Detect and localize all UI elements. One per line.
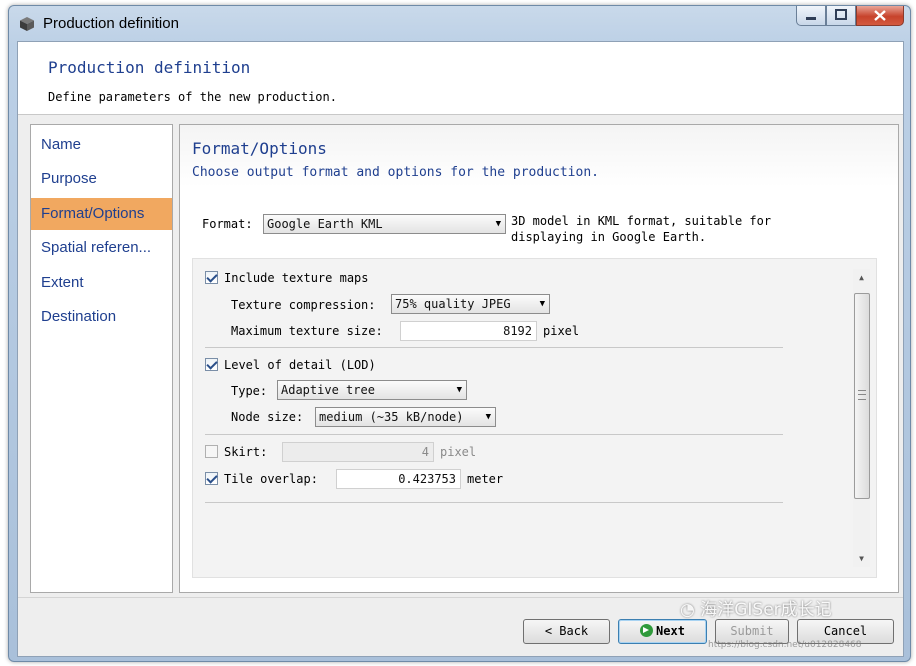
lod-type-value: Adaptive tree [281, 383, 375, 397]
watermark-url: https://blog.csdn.net/u012828468 [708, 640, 862, 650]
window-title: Production definition [43, 15, 179, 32]
tile-overlap-unit: meter [467, 472, 504, 486]
format-description-line1: 3D model in KML format, suitable for [511, 214, 772, 228]
format-select[interactable]: Google Earth KML ▼ [263, 214, 506, 234]
nav-item-purpose[interactable]: Purpose [31, 163, 172, 195]
nav-item-destination[interactable]: Destination [31, 301, 172, 333]
skirt-label: Skirt: [224, 445, 268, 459]
nav-item-spatial-reference[interactable]: Spatial referen... [31, 232, 172, 264]
scrollbar-thumb[interactable] [854, 293, 870, 499]
node-size-label: Node size: [231, 410, 304, 424]
production-definition-window: Production definition Production definit… [8, 5, 911, 662]
format-description-line2: displaying in Google Earth. [511, 230, 707, 244]
panel-title: Format/Options [192, 139, 327, 158]
next-button[interactable]: Next [618, 619, 707, 644]
scroll-down-arrow-icon[interactable]: ▼ [853, 550, 870, 567]
max-texture-size-unit: pixel [543, 324, 580, 338]
skirt-unit: pixel [440, 445, 477, 459]
wizard-header: Production definition Define parameters … [18, 42, 903, 115]
dialog-client-area: Production definition Define parameters … [17, 41, 904, 657]
include-texture-checkbox[interactable] [205, 271, 218, 284]
format-label: Format: [202, 217, 253, 231]
tile-overlap-input[interactable]: 0.423753 [336, 469, 461, 489]
format-description: 3D model in KML format, suitable for dis… [511, 213, 771, 245]
wizard-step-list: Name Purpose Format/Options Spatial refe… [30, 124, 173, 593]
separator [205, 347, 783, 348]
nav-item-extent[interactable]: Extent [31, 267, 172, 299]
dropdown-arrow-icon: ▼ [539, 299, 545, 309]
maximize-icon [835, 9, 847, 20]
close-icon [874, 10, 886, 21]
skirt-checkbox[interactable] [205, 445, 218, 458]
format-select-value: Google Earth KML [267, 217, 383, 231]
texture-compression-label: Texture compression: [231, 298, 376, 312]
watermark: ◔ 海洋GISer成长记 [680, 595, 832, 620]
minimize-button[interactable] [796, 6, 826, 26]
separator [205, 502, 783, 503]
tile-overlap-label: Tile overlap: [224, 472, 318, 486]
close-button[interactable] [856, 6, 904, 26]
options-scroll-area: Include texture maps Texture compression… [192, 258, 877, 578]
panel-subtitle: Choose output format and options for the… [192, 165, 599, 180]
next-button-label: Next [656, 624, 685, 638]
dropdown-arrow-icon: ▼ [485, 412, 491, 422]
separator [205, 434, 783, 435]
header-subtitle: Define parameters of the new production. [48, 90, 337, 104]
options-scrollbar[interactable]: ▲ ▼ [853, 269, 870, 567]
max-texture-size-input[interactable]: 8192 [400, 321, 537, 341]
3d-cube-app-icon [20, 17, 34, 31]
window-controls [796, 6, 904, 26]
include-texture-label: Include texture maps [224, 271, 369, 285]
panel-header: Format/Options Choose output format and … [180, 125, 898, 187]
texture-compression-value: 75% quality JPEG [395, 297, 511, 311]
back-button[interactable]: < Back [523, 619, 610, 644]
nav-item-name[interactable]: Name [31, 129, 172, 161]
next-arrow-icon [640, 624, 654, 637]
grip-icon [858, 390, 866, 400]
skirt-input[interactable]: 4 [282, 442, 434, 462]
maximize-button[interactable] [826, 6, 856, 26]
node-size-value: medium (~35 kB/node) [319, 410, 464, 424]
title-bar[interactable]: Production definition [9, 6, 910, 38]
scroll-up-arrow-icon[interactable]: ▲ [853, 269, 870, 286]
nav-item-format-options[interactable]: Format/Options [31, 198, 172, 230]
dropdown-arrow-icon: ▼ [456, 385, 462, 395]
dropdown-arrow-icon: ▼ [495, 219, 501, 229]
minimize-icon [806, 17, 816, 20]
lod-checkbox[interactable] [205, 358, 218, 371]
lod-label: Level of detail (LOD) [224, 358, 376, 372]
node-size-select[interactable]: medium (~35 kB/node) ▼ [315, 407, 496, 427]
texture-compression-select[interactable]: 75% quality JPEG ▼ [391, 294, 550, 314]
watermark-text: 海洋GISer成长记 [700, 600, 832, 620]
lod-type-select[interactable]: Adaptive tree ▼ [277, 380, 467, 400]
lod-type-label: Type: [231, 384, 268, 398]
format-options-panel: Format/Options Choose output format and … [179, 124, 899, 593]
wechat-icon: ◔ [680, 600, 695, 620]
max-texture-size-label: Maximum texture size: [231, 324, 383, 338]
tile-overlap-checkbox[interactable] [205, 472, 218, 485]
header-title: Production definition [48, 58, 251, 77]
